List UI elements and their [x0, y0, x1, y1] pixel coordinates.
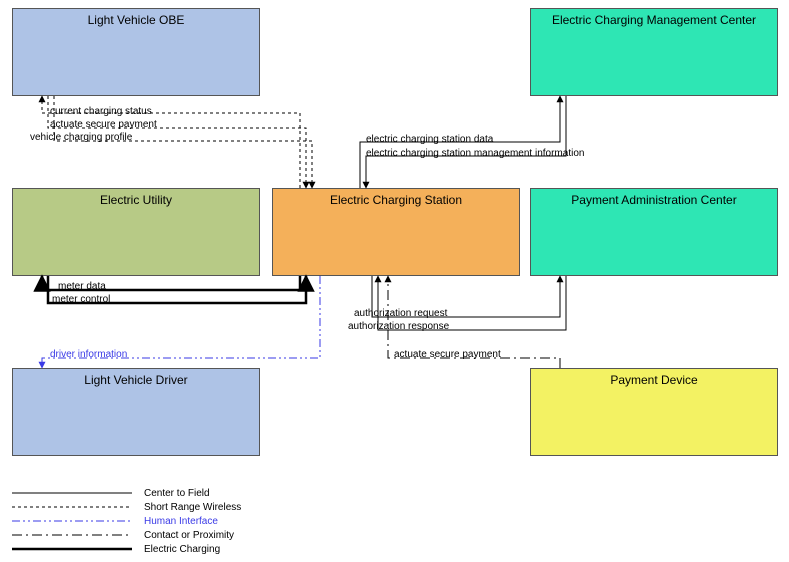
- legend-line-icon: [12, 516, 132, 526]
- node-label: Electric Charging Management Center: [552, 13, 756, 27]
- flow-label: authorization response: [348, 321, 449, 332]
- diagram-stage: Light Vehicle OBE Electric Charging Mana…: [0, 0, 789, 562]
- flow-label: meter control: [52, 294, 110, 305]
- legend: Center to Field Short Range Wireless Hum…: [12, 486, 241, 556]
- legend-label: Human Interface: [144, 516, 218, 527]
- node-light-vehicle-obe: Light Vehicle OBE: [12, 8, 260, 96]
- legend-line-icon: [12, 502, 132, 512]
- flow-label: actuate secure payment: [394, 349, 501, 360]
- flow-label: meter data: [58, 281, 106, 292]
- legend-label: Contact or Proximity: [144, 530, 234, 541]
- flow-label: electric charging station data: [366, 134, 493, 145]
- legend-label: Center to Field: [144, 488, 210, 499]
- legend-line-icon: [12, 544, 132, 554]
- node-light-vehicle-driver: Light Vehicle Driver: [12, 368, 260, 456]
- node-label: Light Vehicle OBE: [88, 13, 185, 27]
- legend-line-icon: [12, 488, 132, 498]
- legend-label: Short Range Wireless: [144, 502, 241, 513]
- node-payment-device: Payment Device: [530, 368, 778, 456]
- flow-label: current charging status: [50, 106, 152, 117]
- flow-label: actuate secure payment: [50, 119, 157, 130]
- legend-label: Electric Charging: [144, 544, 220, 555]
- node-label: Electric Charging Station: [330, 193, 462, 207]
- node-label: Electric Utility: [100, 193, 172, 207]
- node-payment-admin-center: Payment Administration Center: [530, 188, 778, 276]
- flow-label: vehicle charging profile: [30, 132, 132, 143]
- node-label: Light Vehicle Driver: [84, 373, 187, 387]
- legend-row: Human Interface: [12, 514, 241, 528]
- node-label: Payment Administration Center: [571, 193, 736, 207]
- node-ec-management-center: Electric Charging Management Center: [530, 8, 778, 96]
- node-label: Payment Device: [610, 373, 697, 387]
- flow-label: driver information: [50, 349, 127, 360]
- legend-row: Center to Field: [12, 486, 241, 500]
- node-electric-charging-station: Electric Charging Station: [272, 188, 520, 276]
- legend-row: Contact or Proximity: [12, 528, 241, 542]
- node-electric-utility: Electric Utility: [12, 188, 260, 276]
- legend-line-icon: [12, 530, 132, 540]
- flow-label: authorization request: [354, 308, 447, 319]
- legend-row: Short Range Wireless: [12, 500, 241, 514]
- legend-row: Electric Charging: [12, 542, 241, 556]
- flow-label: electric charging station management inf…: [366, 148, 584, 159]
